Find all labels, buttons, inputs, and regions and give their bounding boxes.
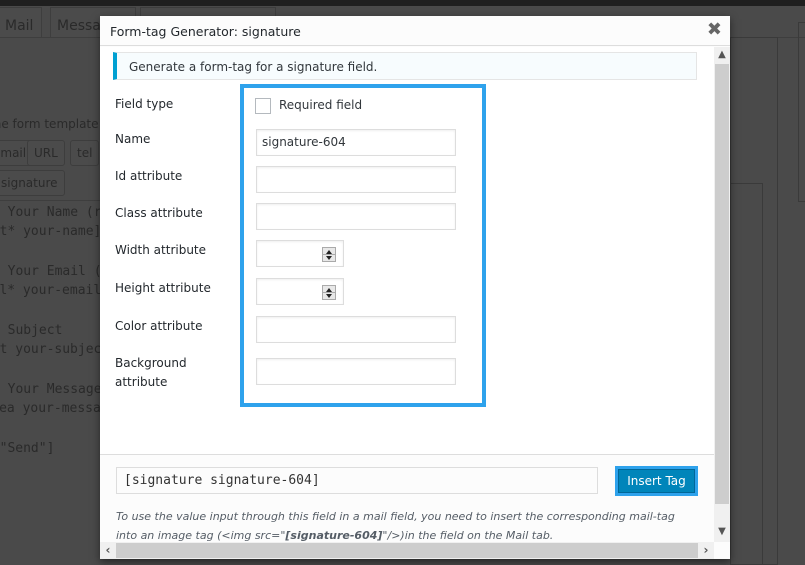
id-attribute-input[interactable] [256, 166, 456, 193]
tag-button-tel[interactable]: tel [70, 140, 100, 166]
height-attribute-input[interactable] [256, 278, 344, 305]
admin-top-bar [0, 0, 805, 6]
note-prefix: into an image tag (<img src=" [116, 529, 286, 542]
tab-mail[interactable]: Mail [0, 7, 42, 37]
spin-down-icon[interactable] [326, 256, 332, 260]
note-line-2: into an image tag (<img src="[signature-… [116, 526, 706, 542]
code-line: <label> Subject [7, 323, 63, 338]
background-attribute-input[interactable] [256, 358, 456, 385]
dialog-body: Generate a form-tag for a signature fiel… [100, 47, 714, 454]
dialog-title: Form-tag Generator: signature [110, 24, 301, 39]
color-attribute-label: Color attribute [115, 319, 203, 333]
tab-mail-label: Mail [5, 18, 34, 34]
required-field-checkbox[interactable] [255, 98, 271, 114]
vertical-scroll-thumb[interactable] [715, 64, 729, 504]
spinner-divider [323, 254, 335, 255]
note-mail-tag: [signature-604] [285, 529, 383, 542]
height-attribute-label: Height attribute [115, 281, 211, 295]
name-input[interactable]: signature-604 [256, 129, 456, 156]
background-attribute-label-line2: attribute [115, 375, 168, 389]
horizontal-scrollbar[interactable]: ‹ › [100, 542, 714, 559]
scroll-left-icon[interactable]: ‹ [100, 542, 116, 559]
form-tag-generator-dialog: Form-tag Generator: signature ✖ Generate… [100, 16, 730, 559]
tag-button-url[interactable]: URL [27, 140, 65, 166]
scroll-right-icon[interactable]: › [698, 542, 714, 559]
width-attribute-label: Width attribute [115, 243, 207, 257]
scroll-down-icon[interactable]: ▼ [714, 524, 730, 540]
required-field-label: Required field [279, 98, 363, 112]
color-attribute-input[interactable] [256, 316, 456, 343]
info-notice: Generate a form-tag for a signature fiel… [113, 52, 697, 80]
name-label: Name [115, 132, 151, 146]
width-attribute-input[interactable] [256, 240, 344, 267]
id-attribute-label: Id attribute [115, 169, 183, 183]
class-attribute-label: Class attribute [115, 206, 203, 220]
class-attribute-input[interactable] [256, 203, 456, 230]
note-line-1: To use the value input through this fiel… [116, 510, 675, 523]
vertical-scrollbar[interactable]: ▲ ▼ [714, 47, 730, 542]
horizontal-scroll-thumb[interactable] [116, 543, 698, 558]
insert-tag-button[interactable]: Insert Tag [618, 469, 695, 493]
close-icon[interactable]: ✖ [707, 20, 722, 40]
form-template-editor[interactable]: <label> Your Name (required) [text* your… [0, 200, 195, 565]
background-attribute-label-line1: Background [115, 356, 187, 370]
code-line: <label> Your Message [7, 382, 102, 397]
sidebar-edge [798, 22, 805, 202]
height-spinner[interactable] [322, 285, 336, 300]
spin-down-icon[interactable] [326, 294, 332, 298]
mail-tag-note: To use the value input through this fiel… [116, 507, 706, 542]
sidebar-inner-panel [730, 183, 763, 565]
insert-tag-highlight: Insert Tag [615, 466, 698, 496]
generated-tag-input[interactable]: [signature signature-604] [116, 467, 598, 494]
code-line: [submit "Send"] [0, 441, 55, 456]
field-type-label: Field type [115, 97, 174, 111]
width-spinner[interactable] [322, 247, 336, 262]
dialog-footer: [signature signature-604] Insert Tag To … [100, 454, 714, 542]
tag-button-signature[interactable]: signature [0, 170, 65, 196]
dialog-header: Form-tag Generator: signature ✖ [100, 16, 730, 46]
scroll-up-icon[interactable]: ▲ [714, 47, 730, 63]
note-suffix: "/>)in the field on the Mail tab. [382, 529, 554, 542]
spinner-divider [323, 292, 335, 293]
